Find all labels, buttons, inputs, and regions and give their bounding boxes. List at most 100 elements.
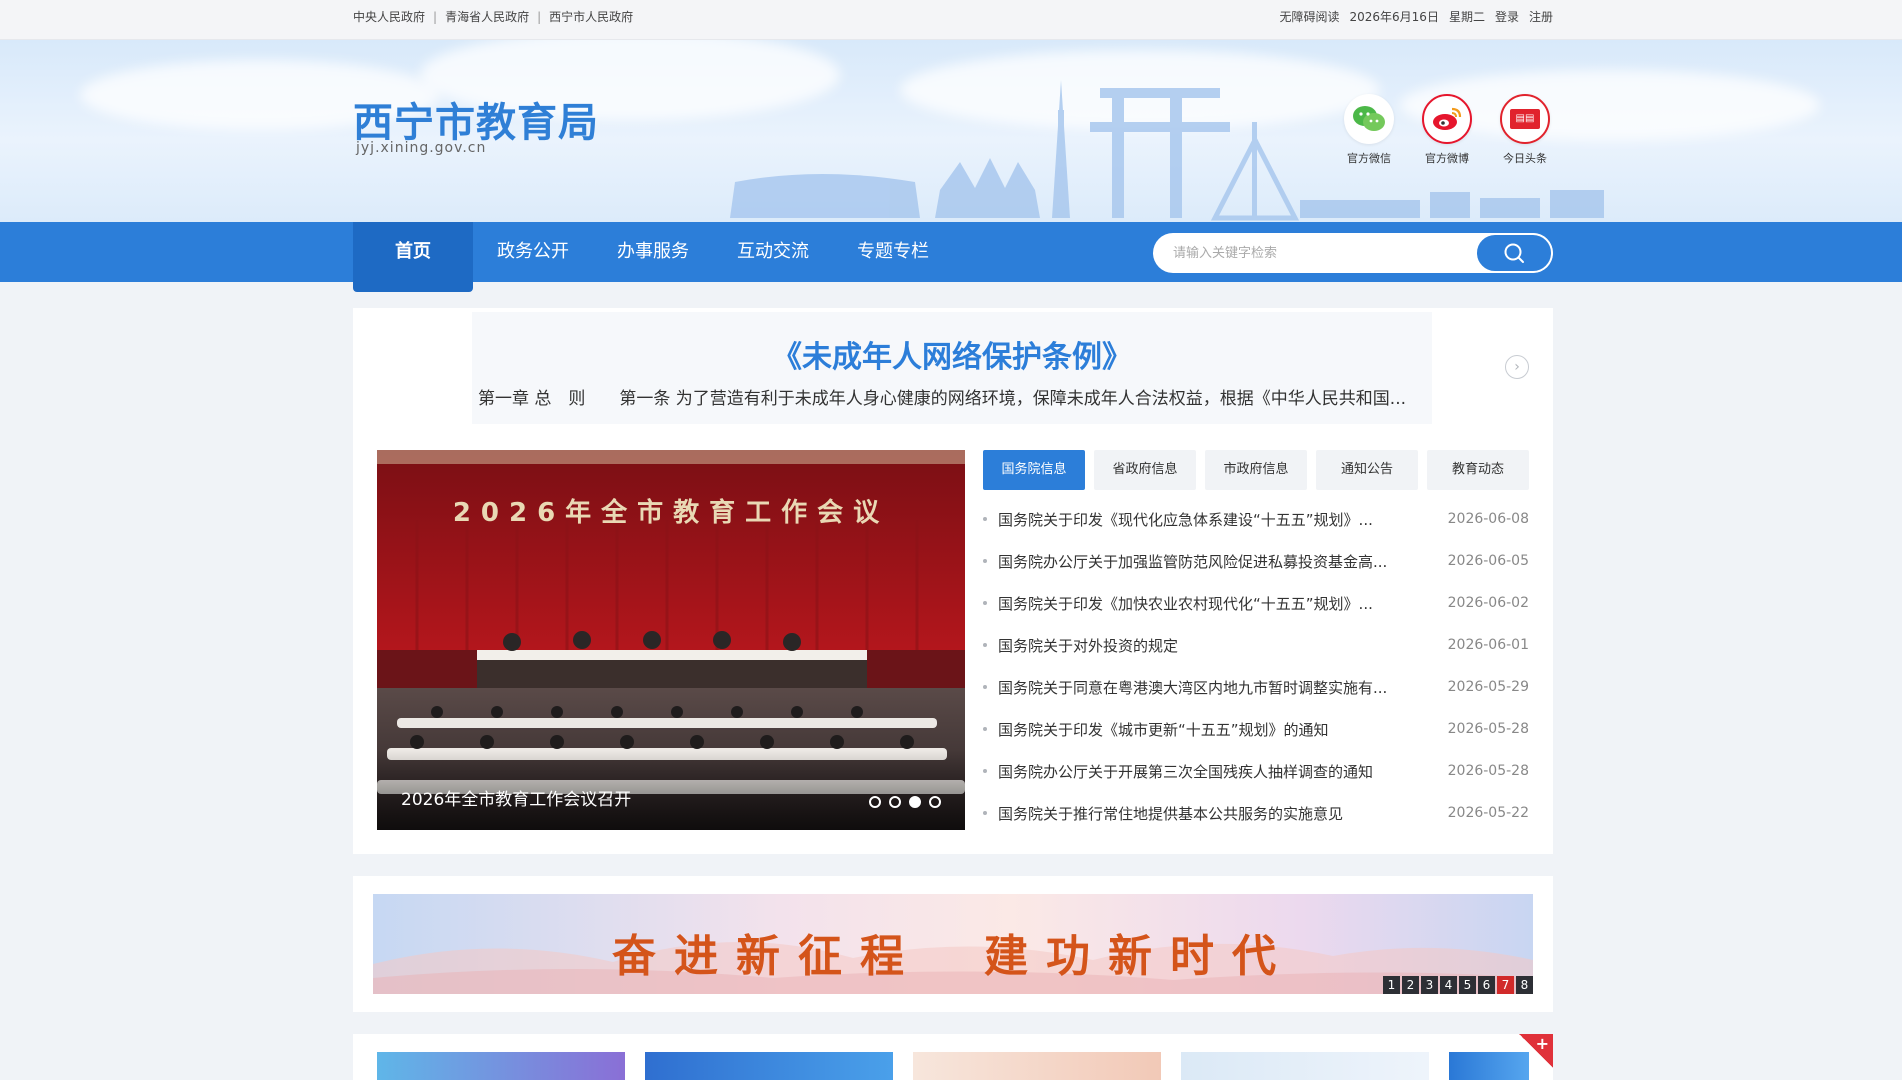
news-date: 2026-06-05 xyxy=(1447,553,1529,569)
current-date: 2026年6月16日 xyxy=(1349,10,1439,24)
carousel-dot-active[interactable] xyxy=(909,796,921,808)
wechat-account[interactable]: 官方微信 xyxy=(1339,94,1399,166)
bullet-icon xyxy=(983,517,987,521)
bullet-icon xyxy=(983,769,987,773)
search-button[interactable] xyxy=(1475,233,1553,273)
news-title[interactable]: 国务院办公厅关于开展第三次全国残疾人抽样调查的通知 xyxy=(998,761,1414,782)
list-item[interactable]: 国务院办公厅关于开展第三次全国残疾人抽样调查的通知 2026-05-28 xyxy=(983,750,1529,792)
bullet-icon xyxy=(983,727,987,731)
headline-title[interactable]: 《未成年人网络保护条例》 xyxy=(472,332,1432,376)
list-item[interactable]: 国务院关于推行常住地提供基本公共服务的实施意见 2026-05-22 xyxy=(983,792,1529,834)
news-title[interactable]: 国务院关于对外投资的规定 xyxy=(998,635,1414,656)
weibo-label: 官方微博 xyxy=(1425,152,1469,165)
banner-pager: 1 2 3 4 5 6 7 8 xyxy=(1383,976,1533,994)
main-navigation: 首页 政务公开 办事服务 互动交流 专题专栏 xyxy=(0,222,1902,292)
feature-link-thumbnail[interactable] xyxy=(645,1052,893,1080)
expand-corner-icon[interactable]: + xyxy=(1519,1034,1553,1068)
bullet-icon xyxy=(983,685,987,689)
weibo-icon xyxy=(1422,94,1472,144)
top-bar: 中央人民政府 | 青海省人民政府 | 西宁市人民政府 无障碍阅读 2026年6月… xyxy=(0,0,1902,40)
tab-municipal-government[interactable]: 市政府信息 xyxy=(1205,450,1307,490)
carousel-banner-text: 2026年全市教育工作会议 xyxy=(452,498,890,528)
nav-government-affairs[interactable]: 政务公开 xyxy=(473,222,593,282)
feature-link-thumbnail[interactable] xyxy=(1449,1052,1529,1080)
list-item[interactable]: 国务院关于印发《城市更新“十五五”规划》的通知 2026-05-28 xyxy=(983,708,1529,750)
login-link[interactable]: 登录 xyxy=(1495,8,1519,25)
carousel-dot[interactable] xyxy=(929,796,941,808)
wechat-icon xyxy=(1344,94,1394,144)
current-weekday: 星期二 xyxy=(1448,10,1485,24)
news-section: 《未成年人网络保护条例》 第一章 总 则 第一条 为了营造有利于未成年人身心健康… xyxy=(353,308,1553,854)
search-input[interactable] xyxy=(1153,233,1475,273)
pager-page[interactable]: 8 xyxy=(1516,976,1533,994)
promo-banner[interactable]: 奋进新征程 建功新时代 1 2 3 4 5 6 7 8 xyxy=(373,894,1533,994)
list-item[interactable]: 国务院关于同意在粤港澳大湾区内地九市暂时调整实施有... 2026-05-29 xyxy=(983,666,1529,708)
news-date: 2026-06-02 xyxy=(1447,595,1529,611)
link-central-government[interactable]: 中央人民政府 xyxy=(353,8,425,25)
list-item[interactable]: 国务院关于印发《现代化应急体系建设“十五五”规划》... 2026-06-08 xyxy=(983,498,1529,540)
pager-page[interactable]: 4 xyxy=(1440,976,1457,994)
news-date: 2026-05-29 xyxy=(1447,679,1529,695)
government-links: 中央人民政府 | 青海省人民政府 | 西宁市人民政府 xyxy=(353,8,633,25)
nav-home[interactable]: 首页 xyxy=(353,222,473,292)
promo-banner-section: 奋进新征程 建功新时代 1 2 3 4 5 6 7 8 xyxy=(353,876,1553,1012)
pager-page[interactable]: 2 xyxy=(1402,976,1419,994)
nav-services[interactable]: 办事服务 xyxy=(593,222,713,282)
news-date: 2026-05-22 xyxy=(1447,805,1529,821)
news-title[interactable]: 国务院关于印发《城市更新“十五五”规划》的通知 xyxy=(998,719,1414,740)
weibo-account[interactable]: 官方微博 xyxy=(1417,94,1477,166)
bullet-icon xyxy=(983,559,987,563)
feature-links-row: + xyxy=(353,1034,1553,1080)
news-list: 国务院关于印发《现代化应急体系建设“十五五”规划》... 2026-06-08 … xyxy=(983,498,1529,834)
carousel-dots xyxy=(869,796,941,808)
carousel-caption[interactable]: 2026年全市教育工作会议召开 xyxy=(401,785,631,810)
top-right-tools: 无障碍阅读 2026年6月16日 星期二 登录 注册 xyxy=(1279,8,1553,25)
bullet-icon xyxy=(983,601,987,605)
tab-state-council[interactable]: 国务院信息 xyxy=(983,450,1085,490)
nav-interaction[interactable]: 互动交流 xyxy=(713,222,833,282)
accessibility-link[interactable]: 无障碍阅读 xyxy=(1279,8,1339,25)
news-date: 2026-05-28 xyxy=(1447,763,1529,779)
news-title[interactable]: 国务院关于印发《现代化应急体系建设“十五五”规划》... xyxy=(998,509,1414,530)
feature-link-thumbnail[interactable] xyxy=(913,1052,1161,1080)
list-item[interactable]: 国务院办公厅关于加强监管防范风险促进私募投资基金高... 2026-06-05 xyxy=(983,540,1529,582)
headline-box[interactable]: 《未成年人网络保护条例》 第一章 总 则 第一条 为了营造有利于未成年人身心健康… xyxy=(472,312,1432,424)
link-qinghai-government[interactable]: 青海省人民政府 xyxy=(445,8,529,25)
carousel-dot[interactable] xyxy=(869,796,881,808)
news-title[interactable]: 国务院关于推行常住地提供基本公共服务的实施意见 xyxy=(998,803,1414,824)
pager-page[interactable]: 3 xyxy=(1421,976,1438,994)
nav-special-topics[interactable]: 专题专栏 xyxy=(833,222,953,282)
feature-link-thumbnail[interactable] xyxy=(1181,1052,1429,1080)
photo-carousel[interactable]: 2026年全市教育工作会议 2026年全市教育工作会议召开 xyxy=(377,450,965,830)
separator: | xyxy=(537,9,542,24)
news-date: 2026-05-28 xyxy=(1447,721,1529,737)
list-item[interactable]: 国务院关于对外投资的规定 2026-06-01 xyxy=(983,624,1529,666)
city-skyline-illustration xyxy=(730,80,1604,221)
register-link[interactable]: 注册 xyxy=(1529,8,1553,25)
tab-education-news[interactable]: 教育动态 xyxy=(1427,450,1529,490)
pager-page[interactable]: 1 xyxy=(1383,976,1400,994)
toutiao-label: 今日头条 xyxy=(1503,152,1547,165)
separator: | xyxy=(433,9,438,24)
pager-page[interactable]: 6 xyxy=(1478,976,1495,994)
news-title[interactable]: 国务院关于印发《加快农业农村现代化“十五五”规划》... xyxy=(998,593,1414,614)
link-xining-government[interactable]: 西宁市人民政府 xyxy=(549,8,633,25)
news-title[interactable]: 国务院办公厅关于加强监管防范风险促进私募投资基金高... xyxy=(998,551,1414,572)
news-date: 2026-06-01 xyxy=(1447,637,1529,653)
carousel-dot[interactable] xyxy=(889,796,901,808)
bullet-icon xyxy=(983,811,987,815)
feature-link-thumbnail[interactable] xyxy=(377,1052,625,1080)
site-url: jyj.xining.gov.cn xyxy=(356,140,487,156)
headline-next-arrow-icon[interactable]: › xyxy=(1505,355,1529,379)
list-item[interactable]: 国务院关于印发《加快农业农村现代化“十五五”规划》... 2026-06-02 xyxy=(983,582,1529,624)
toutiao-account[interactable]: ▤▤ 今日头条 xyxy=(1495,94,1555,166)
news-title[interactable]: 国务院关于同意在粤港澳大湾区内地九市暂时调整实施有... xyxy=(998,677,1414,698)
site-header: 西宁市教育局 jyj.xining.gov.cn 官方微信 官方微博 ▤▤ 今日… xyxy=(0,40,1902,222)
pager-page[interactable]: 5 xyxy=(1459,976,1476,994)
search-box xyxy=(1153,233,1553,273)
tab-notices[interactable]: 通知公告 xyxy=(1316,450,1418,490)
pager-page-active[interactable]: 7 xyxy=(1497,976,1514,994)
tab-provincial-government[interactable]: 省政府信息 xyxy=(1094,450,1196,490)
wechat-label: 官方微信 xyxy=(1347,152,1391,165)
plus-icon: + xyxy=(1535,1034,1549,1053)
